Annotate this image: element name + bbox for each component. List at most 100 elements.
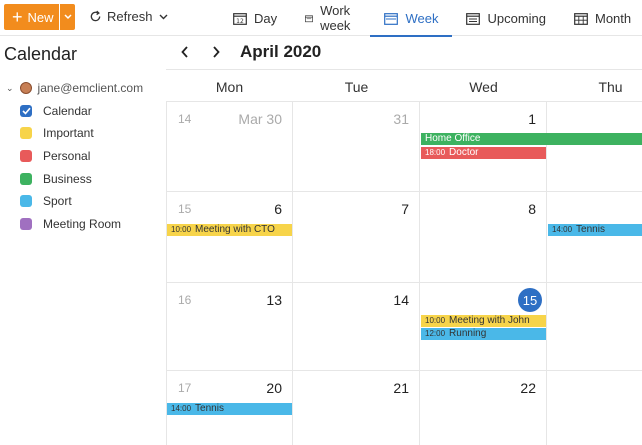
tab-month[interactable]: Month xyxy=(560,0,642,36)
day-number: 22 xyxy=(520,380,536,396)
day-number: 7 xyxy=(401,201,409,217)
day-number: 14 xyxy=(393,292,409,308)
event-doctor[interactable]: 18:00 Doctor xyxy=(421,147,546,159)
day-of-week-header: Mon Tue Wed Thu xyxy=(166,69,642,102)
avatar xyxy=(19,82,32,94)
color-swatch[interactable] xyxy=(20,195,32,207)
event-title: Running xyxy=(449,328,487,339)
sidebar-item-important[interactable]: Important xyxy=(20,123,94,143)
event-time: 18:00 xyxy=(425,148,446,157)
month-title: April 2020 xyxy=(240,42,322,61)
tab-work-week-label: Work week xyxy=(320,3,351,33)
chevron-down-icon[interactable]: ⌄ xyxy=(6,83,14,94)
sidebar-item-label: Personal xyxy=(43,149,91,163)
sidebar: Calendar ⌄ jane@emclient.com Calendar Im… xyxy=(0,37,166,445)
chevron-left-icon xyxy=(181,46,188,58)
day-number: Mar 30 xyxy=(238,111,282,127)
next-month-button[interactable] xyxy=(212,45,220,61)
day-cell[interactable]: 31 xyxy=(293,102,420,192)
chevron-down-icon xyxy=(159,14,168,19)
day-icon-number: 12 xyxy=(236,18,244,25)
toolbar: + New Refresh 12 Day Work week Week Upco… xyxy=(0,0,642,37)
tab-week[interactable]: Week xyxy=(370,0,453,37)
event-title: Meeting with John xyxy=(449,315,530,326)
event-meeting-john[interactable]: 10:00 Meeting with John xyxy=(421,315,546,327)
day-cell[interactable]: 14 Mar 30 xyxy=(166,102,293,192)
color-swatch[interactable] xyxy=(20,150,32,162)
event-tennis[interactable]: 14:00 Tennis xyxy=(548,224,642,236)
color-swatch[interactable] xyxy=(20,218,32,230)
calendar-day-icon: 12 xyxy=(233,12,247,25)
day-number: 6 xyxy=(274,201,282,217)
day-cell[interactable]: 16 13 xyxy=(166,283,293,371)
day-number: 8 xyxy=(528,201,536,217)
tab-upcoming-label: Upcoming xyxy=(487,10,546,26)
tab-work-week[interactable]: Work week xyxy=(291,0,370,36)
event-time: 10:00 xyxy=(425,316,446,325)
event-time: 14:00 xyxy=(171,404,192,413)
day-cell[interactable]: 15 6 xyxy=(166,192,293,283)
color-swatch[interactable] xyxy=(20,127,32,139)
new-label: New xyxy=(27,9,54,25)
view-switcher: 12 Day Work week Week Upcoming Month xyxy=(219,0,642,37)
tab-upcoming[interactable]: Upcoming xyxy=(452,0,560,36)
sidebar-item-business[interactable]: Business xyxy=(20,169,92,189)
event-title: Home Office xyxy=(425,133,481,144)
tab-day[interactable]: 12 Day xyxy=(219,0,291,36)
day-cell[interactable] xyxy=(547,371,642,445)
dow-label: Wed xyxy=(469,79,498,95)
sidebar-title: Calendar xyxy=(4,44,78,64)
day-cell[interactable] xyxy=(547,102,642,192)
calendar-month-icon xyxy=(574,12,588,25)
calendar-week-icon xyxy=(305,14,314,22)
new-dropdown-button[interactable] xyxy=(60,4,75,30)
event-tennis[interactable]: 14:00 Tennis xyxy=(167,403,292,415)
new-button[interactable]: + New xyxy=(4,4,59,30)
sidebar-item-label: Calendar xyxy=(43,104,92,118)
event-home-office[interactable]: Home Office xyxy=(421,133,642,145)
day-cell[interactable]: 8 xyxy=(420,192,547,283)
event-time: 12:00 xyxy=(425,329,446,338)
event-running[interactable]: 12:00 Running xyxy=(421,328,546,340)
dow-label: Mon xyxy=(215,79,244,95)
checkbox-checked-icon[interactable] xyxy=(20,105,32,117)
account-item[interactable]: ⌄ jane@emclient.com xyxy=(6,81,143,95)
color-swatch[interactable] xyxy=(20,173,32,185)
day-number: 20 xyxy=(266,380,282,396)
week-number: 17 xyxy=(178,381,192,395)
day-cell[interactable]: 22 xyxy=(420,371,547,445)
refresh-label: Refresh xyxy=(107,9,153,24)
day-cell[interactable] xyxy=(547,192,642,283)
prev-month-button[interactable] xyxy=(181,45,189,61)
sidebar-item-meeting-room[interactable]: Meeting Room xyxy=(20,214,121,234)
tab-day-label: Day xyxy=(254,10,278,26)
day-number: 1 xyxy=(528,111,536,127)
event-time: 14:00 xyxy=(552,225,573,234)
new-button-group: + New xyxy=(4,4,75,30)
day-cell[interactable]: 14 xyxy=(293,283,420,371)
day-cell[interactable]: 21 xyxy=(293,371,420,445)
day-number: 21 xyxy=(393,380,409,396)
refresh-icon xyxy=(90,10,101,22)
sidebar-item-label: Sport xyxy=(43,194,72,208)
tab-week-label: Week xyxy=(405,10,439,26)
week-number: 15 xyxy=(178,202,192,216)
month-grid: 14 Mar 30 31 1 15 6 7 8 16 13 14 15 17 2… xyxy=(166,102,642,445)
week-number: 14 xyxy=(178,112,192,126)
sidebar-item-sport[interactable]: Sport xyxy=(20,191,72,211)
dow-label: Thu xyxy=(598,79,623,95)
sidebar-item-calendar[interactable]: Calendar xyxy=(20,101,92,121)
sidebar-item-personal[interactable]: Personal xyxy=(20,146,90,166)
refresh-button[interactable]: Refresh xyxy=(89,9,173,24)
event-title: Doctor xyxy=(449,147,479,158)
day-cell[interactable]: 15 xyxy=(420,283,547,371)
event-title: Meeting with CTO xyxy=(195,224,275,235)
month-view: April 2020 Mon Tue Wed Thu 14 Mar 30 31 … xyxy=(166,37,642,445)
day-cell[interactable] xyxy=(547,283,642,371)
day-cell[interactable]: 7 xyxy=(293,192,420,283)
dow-label: Tue xyxy=(344,79,369,95)
tab-month-label: Month xyxy=(595,10,632,26)
event-meeting-cto[interactable]: 10:00 Meeting with CTO xyxy=(167,224,292,236)
plus-icon: + xyxy=(12,7,23,27)
calendar-upcoming-icon xyxy=(466,12,481,25)
